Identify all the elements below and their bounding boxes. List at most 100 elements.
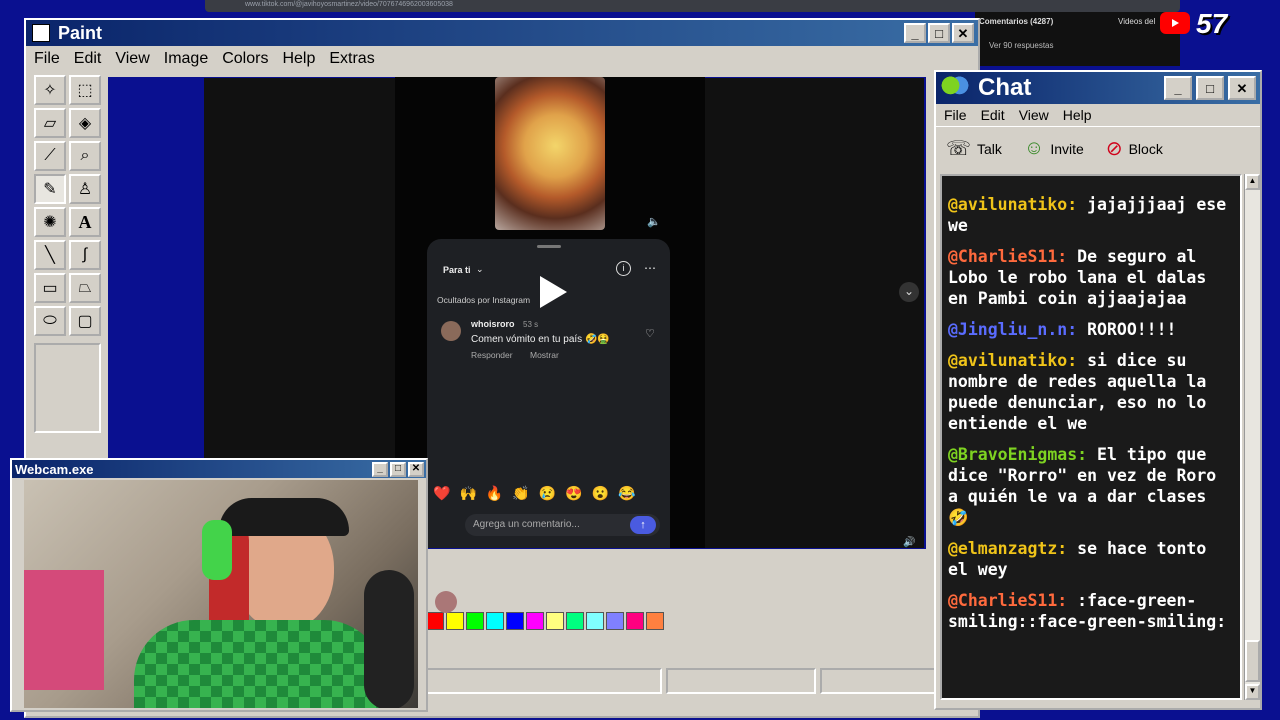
feed-dropdown[interactable]: Para ti [443,265,471,275]
menu-edit[interactable]: Edit [74,50,102,68]
color-swatch[interactable] [646,612,664,630]
close-button[interactable]: ✕ [408,461,424,477]
menu-help[interactable]: Help [282,50,315,68]
menu-file[interactable]: File [944,107,967,123]
color-swatch[interactable] [506,612,524,630]
maximize-button[interactable]: □ [390,461,406,477]
polygon-icon[interactable]: ⏢ [69,273,101,303]
chat-username[interactable]: @BravoEnigmas: [948,445,1087,464]
chat-username[interactable]: @CharlieS11: [948,591,1067,610]
hidden-comments-label[interactable]: Ocultados por Instagram [437,295,530,305]
drag-handle[interactable] [537,245,561,248]
chat-username[interactable]: @CharlieS11: [948,247,1067,266]
chat-titlebar[interactable]: Chat _ □ ✕ [936,72,1260,104]
fill-icon[interactable]: ◈ [69,108,101,138]
scroll-thumb[interactable] [1245,640,1260,682]
videos-label[interactable]: Videos del [1118,17,1155,26]
menu-colors[interactable]: Colors [222,50,268,68]
talk-button[interactable]: ☏ Talk [946,136,1002,161]
minimize-button[interactable]: _ [372,461,388,477]
menu-file[interactable]: File [34,50,60,68]
color-swatch[interactable] [546,612,564,630]
more-icon[interactable]: ⋯ [644,261,656,275]
info-icon[interactable]: i [616,261,631,276]
emoji-raised-hands[interactable]: 🙌 [459,485,476,502]
menu-view[interactable]: View [115,50,149,68]
emoji-sad[interactable]: 😢 [539,485,556,502]
color-swatch[interactable] [486,612,504,630]
color-swatch[interactable] [426,612,444,630]
line-icon[interactable]: ╲ [34,240,66,270]
color-palette [426,612,666,630]
brush-icon[interactable]: ♙ [69,174,101,204]
close-button[interactable]: ✕ [1228,76,1256,100]
comment-username[interactable]: whoisroro [471,319,515,329]
curve-icon[interactable]: ∫ [69,240,101,270]
emoji-heart-eyes[interactable]: 😍 [565,485,582,502]
color-swatch[interactable] [526,612,544,630]
menu-extras[interactable]: Extras [329,50,374,68]
rect-select-icon[interactable]: ⬚ [69,75,101,105]
rounded-rect-icon[interactable]: ▢ [69,306,101,336]
chat-title: Chat [978,74,1032,101]
color-swatch[interactable] [466,612,484,630]
color-swatch[interactable] [626,612,644,630]
emoji-fire[interactable]: 🔥 [486,485,503,502]
text-icon[interactable]: A [69,207,101,237]
view-replies[interactable]: Ver 90 respuestas [989,41,1053,50]
emoji-surprised[interactable]: 😮 [592,485,609,502]
play-icon[interactable] [537,274,569,315]
chat-username[interactable]: @elmanzagtz: [948,539,1067,558]
magnifier-icon[interactable]: ⌕ [69,141,101,171]
tool-options-box[interactable] [34,343,101,433]
color-swatch[interactable] [606,612,624,630]
menu-image[interactable]: Image [164,50,208,68]
chat-scrollbar[interactable]: ▲ ▼ [1244,174,1260,700]
color-swatch[interactable] [586,612,604,630]
maximize-button[interactable]: □ [1196,76,1224,100]
chat-username[interactable]: @avilunatiko: [948,195,1077,214]
chat-message-area[interactable]: @avilunatiko: jajajjjaaj ese we @Charlie… [940,174,1242,700]
airbrush-icon[interactable]: ✺ [34,207,66,237]
comment-input[interactable]: Agrega un comentario... ↑ [465,514,660,536]
webcam-titlebar[interactable]: Webcam.exe _ □ ✕ [12,460,426,478]
browser-url[interactable]: www.tiktok.com/@javihoyosmartinez/video/… [245,1,453,8]
chat-username[interactable]: @Jingliu_n.n: [948,320,1077,339]
minimize-button[interactable]: _ [904,23,926,43]
emoji-laugh[interactable]: 😂 [618,485,635,502]
comment-time: 53 s [523,320,539,329]
block-button[interactable]: ⊘ Block [1106,136,1163,161]
star-select-icon[interactable]: ✧ [34,75,66,105]
reply-link[interactable]: Responder [471,350,513,360]
scroll-up-icon[interactable]: ▲ [1245,174,1260,190]
minimize-button[interactable]: _ [1164,76,1192,100]
menu-view[interactable]: View [1019,107,1049,123]
viewer-counter: 57 [1196,8,1228,39]
mute-icon[interactable]: 🔈 [647,215,661,228]
menu-edit[interactable]: Edit [981,107,1005,123]
send-icon[interactable]: ↑ [630,516,656,534]
scroll-down-icon[interactable]: ⌄ [899,282,919,302]
show-link[interactable]: Mostrar [530,350,559,360]
maximize-button[interactable]: □ [928,23,950,43]
ellipse-icon[interactable]: ⬭ [34,306,66,336]
color-swatch[interactable] [446,612,464,630]
picker-icon[interactable]: ⟋ [34,141,66,171]
invite-button[interactable]: ☺ Invite [1024,137,1084,160]
scroll-down-icon[interactable]: ▼ [1245,684,1260,700]
paint-titlebar[interactable]: Paint _ □ ✕ [26,20,978,46]
volume-icon[interactable]: 🔊 [903,537,915,548]
eraser-icon[interactable]: ▱ [34,108,66,138]
pencil-icon[interactable]: ✎ [34,174,66,204]
color-swatch[interactable] [566,612,584,630]
close-button[interactable]: ✕ [952,23,974,43]
emoji-heart[interactable]: ❤️ [433,485,450,502]
rectangle-icon[interactable]: ▭ [34,273,66,303]
avatar[interactable] [441,321,461,341]
chat-username[interactable]: @avilunatiko: [948,351,1077,370]
emoji-clap[interactable]: 👏 [512,485,529,502]
heart-icon[interactable]: ♡ [645,327,655,340]
block-icon: ⊘ [1105,138,1123,160]
comments-count: Comentarios (4287) [979,17,1054,26]
menu-help[interactable]: Help [1063,107,1092,123]
